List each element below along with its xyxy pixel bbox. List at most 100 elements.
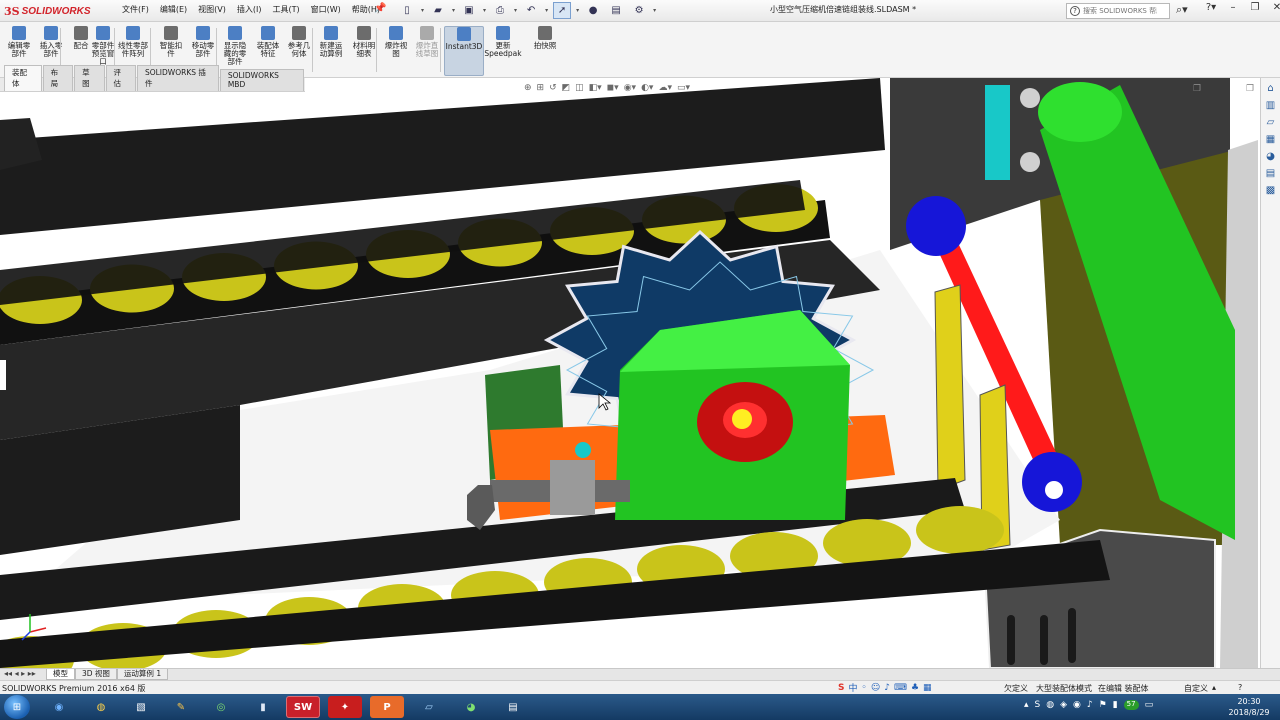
view-orientation-icon[interactable]: ◧▾ (589, 83, 602, 93)
taskbar-browser-icon[interactable]: ◉ (42, 696, 76, 718)
model-tab-0[interactable]: 模型 (46, 669, 75, 680)
open-dropdown-icon[interactable]: ▾ (452, 7, 455, 14)
cmd-tab-5[interactable]: SOLIDWORKS MBD (219, 69, 304, 91)
cmd-button-14[interactable]: Instant3D (444, 26, 484, 76)
cmd-button-12[interactable]: 爆炸视 图 (381, 26, 411, 76)
taskbar-office-icon[interactable]: ▧ (124, 696, 158, 718)
windows-start-icon[interactable]: ⊞ (4, 695, 30, 719)
taskbar-folder-icon[interactable]: ▱ (412, 696, 446, 718)
cmd-tab-3[interactable]: 评估 (105, 65, 136, 91)
tray-battery-icon[interactable]: ▮ (1113, 700, 1118, 710)
forum-icon[interactable]: ▩ (1264, 184, 1278, 198)
zoom-to-fit-icon[interactable]: ⊕ (524, 83, 532, 93)
new-dropdown-icon[interactable]: ▾ (421, 7, 424, 14)
emoji-icon[interactable]: ☺ (871, 683, 880, 693)
rebuild-traffic-light-icon[interactable]: ● (584, 2, 602, 19)
undo-icon[interactable]: ↶ (522, 2, 540, 19)
taskbar-powerpoint-icon[interactable]: P (370, 696, 404, 718)
file-explorer-icon[interactable]: ▱ (1264, 116, 1278, 130)
design-library-icon[interactable]: ▥ (1264, 99, 1278, 113)
select-dropdown-icon[interactable]: ▾ (576, 7, 579, 14)
dynamic-annotation-icon[interactable]: ◫ (575, 83, 584, 93)
punctuation-icon[interactable]: ◦ (862, 683, 867, 693)
taskbar-document-icon[interactable]: ▮ (246, 696, 280, 718)
apply-scene-icon[interactable]: ☁▾ (658, 83, 672, 93)
cmd-tab-2[interactable]: 草图 (74, 65, 105, 91)
edit-appearance-icon[interactable]: ◐▾ (641, 83, 653, 93)
tray-expand-icon[interactable]: ▴ (1024, 700, 1029, 710)
select-cursor-icon[interactable]: ➚ (553, 2, 572, 19)
taskbar-360-icon[interactable]: ◎ (204, 696, 238, 718)
file-properties-icon[interactable]: ▤ (607, 2, 625, 19)
taskbar-pen-icon[interactable]: ✎ (164, 696, 198, 718)
tray-flag-icon[interactable]: ⚑ (1099, 700, 1107, 710)
cmd-button-13[interactable]: 爆炸直 线草图 (412, 26, 442, 76)
tray-badge[interactable]: 57 (1123, 700, 1139, 710)
cmd-button-11[interactable]: 材料明 细表 (349, 26, 379, 76)
taskbar-app-icon[interactable]: ▤ (496, 696, 530, 718)
tray-app-icon[interactable]: ◉ (1073, 700, 1081, 710)
search-input[interactable] (1083, 7, 1157, 15)
tray-volume-icon[interactable]: ♪ (1087, 700, 1093, 710)
undo-dropdown-icon[interactable]: ▾ (545, 7, 548, 14)
status-help-icon[interactable]: ? (1238, 683, 1242, 692)
section-view-icon[interactable]: ◩ (562, 83, 571, 93)
minimize-icon[interactable]: – (1226, 2, 1240, 13)
custom-properties-icon[interactable]: ▤ (1264, 167, 1278, 181)
taskbar-acrobat-icon[interactable]: ✦ (328, 696, 362, 718)
cmd-tab-4[interactable]: SOLIDWORKS 插件 (136, 65, 219, 91)
menu-file[interactable]: 文件(F) (122, 4, 149, 15)
units-dropdown-icon[interactable]: ▴ (1212, 683, 1216, 692)
menu-view[interactable]: 视图(V) (198, 4, 226, 15)
model-tab-1[interactable]: 3D 视图 (75, 669, 117, 680)
menu-edit[interactable]: 编辑(E) (160, 4, 187, 15)
tab-nav-arrows-icon[interactable]: ◂◂ ◂ ▸ ▸▸ (4, 669, 36, 678)
taskbar-clock[interactable]: 20:30 2018/8/29 (1224, 696, 1274, 718)
viewport-close-icon[interactable]: ❐ (1246, 84, 1254, 94)
skin-icon[interactable]: ♣ (911, 683, 919, 693)
save-dropdown-icon[interactable]: ▾ (483, 7, 486, 14)
open-folder-icon[interactable]: ▰ (429, 2, 447, 19)
taskbar-chrome-icon[interactable]: ◍ (84, 696, 118, 718)
voice-input-icon[interactable]: ♪ (884, 683, 890, 693)
new-document-icon[interactable]: ▯ (398, 2, 416, 19)
ime-mode[interactable]: 中 (848, 681, 857, 694)
cmd-button-10[interactable]: 新建运 动算例 (316, 26, 346, 76)
model-tab-2[interactable]: 运动算例 1 (116, 669, 169, 680)
solidworks-resources-icon[interactable]: ⌂ (1264, 82, 1278, 96)
menu-window[interactable]: 窗口(W) (311, 4, 341, 15)
search-icon[interactable]: ⌕▾ (1176, 3, 1188, 17)
cmd-button-16[interactable]: 拍快照 (530, 26, 560, 76)
pin-menu-icon[interactable]: 📌 (374, 3, 386, 14)
cmd-button-15[interactable]: 更新 Speedpak (484, 26, 522, 76)
solidworks-logo[interactable]: 3S SOLIDWORKS (4, 3, 91, 19)
toolbox-icon[interactable]: ▦ (923, 683, 932, 693)
options-gear-icon[interactable]: ⚙ (630, 2, 648, 19)
display-style-icon[interactable]: ◼▾ (607, 83, 619, 93)
menu-insert[interactable]: 插入(I) (237, 4, 262, 15)
hide-show-items-icon[interactable]: ◉▾ (624, 83, 636, 93)
cmd-tab-1[interactable]: 布局 (42, 65, 74, 91)
graphics-viewport[interactable] (0, 78, 1260, 668)
appearances-icon[interactable]: ◕ (1264, 150, 1278, 164)
print-dropdown-icon[interactable]: ▾ (514, 7, 517, 14)
units-custom-status[interactable]: 自定义 (1184, 683, 1208, 694)
tray-shield-icon[interactable]: ◈ (1060, 700, 1067, 710)
view-settings-icon[interactable]: ▭▾ (677, 83, 690, 93)
tray-monitor-icon[interactable]: ▭ (1145, 700, 1154, 710)
menu-tools[interactable]: 工具(T) (272, 4, 299, 15)
print-icon[interactable]: ⎙ (491, 2, 509, 19)
taskbar-wechat-icon[interactable]: ◕ (454, 696, 488, 718)
view-palette-icon[interactable]: ▦ (1264, 133, 1278, 147)
save-icon[interactable]: ▣ (460, 2, 478, 19)
close-icon[interactable]: ✕ (1270, 2, 1280, 13)
zoom-area-icon[interactable]: ⊞ (537, 83, 545, 93)
keyboard-icon[interactable]: ⌨ (894, 683, 907, 693)
options-dropdown-icon[interactable]: ▾ (653, 7, 656, 14)
cmd-tab-0[interactable]: 装配体 (4, 65, 42, 91)
taskbar-solidworks-icon[interactable]: SW (286, 696, 320, 718)
tray-sogou-icon[interactable]: S (1035, 700, 1041, 710)
previous-view-icon[interactable]: ↺ (549, 83, 557, 93)
viewport-restore-icon[interactable]: ❐ (1193, 84, 1201, 94)
sogou-ime-icon[interactable]: S (838, 683, 844, 693)
